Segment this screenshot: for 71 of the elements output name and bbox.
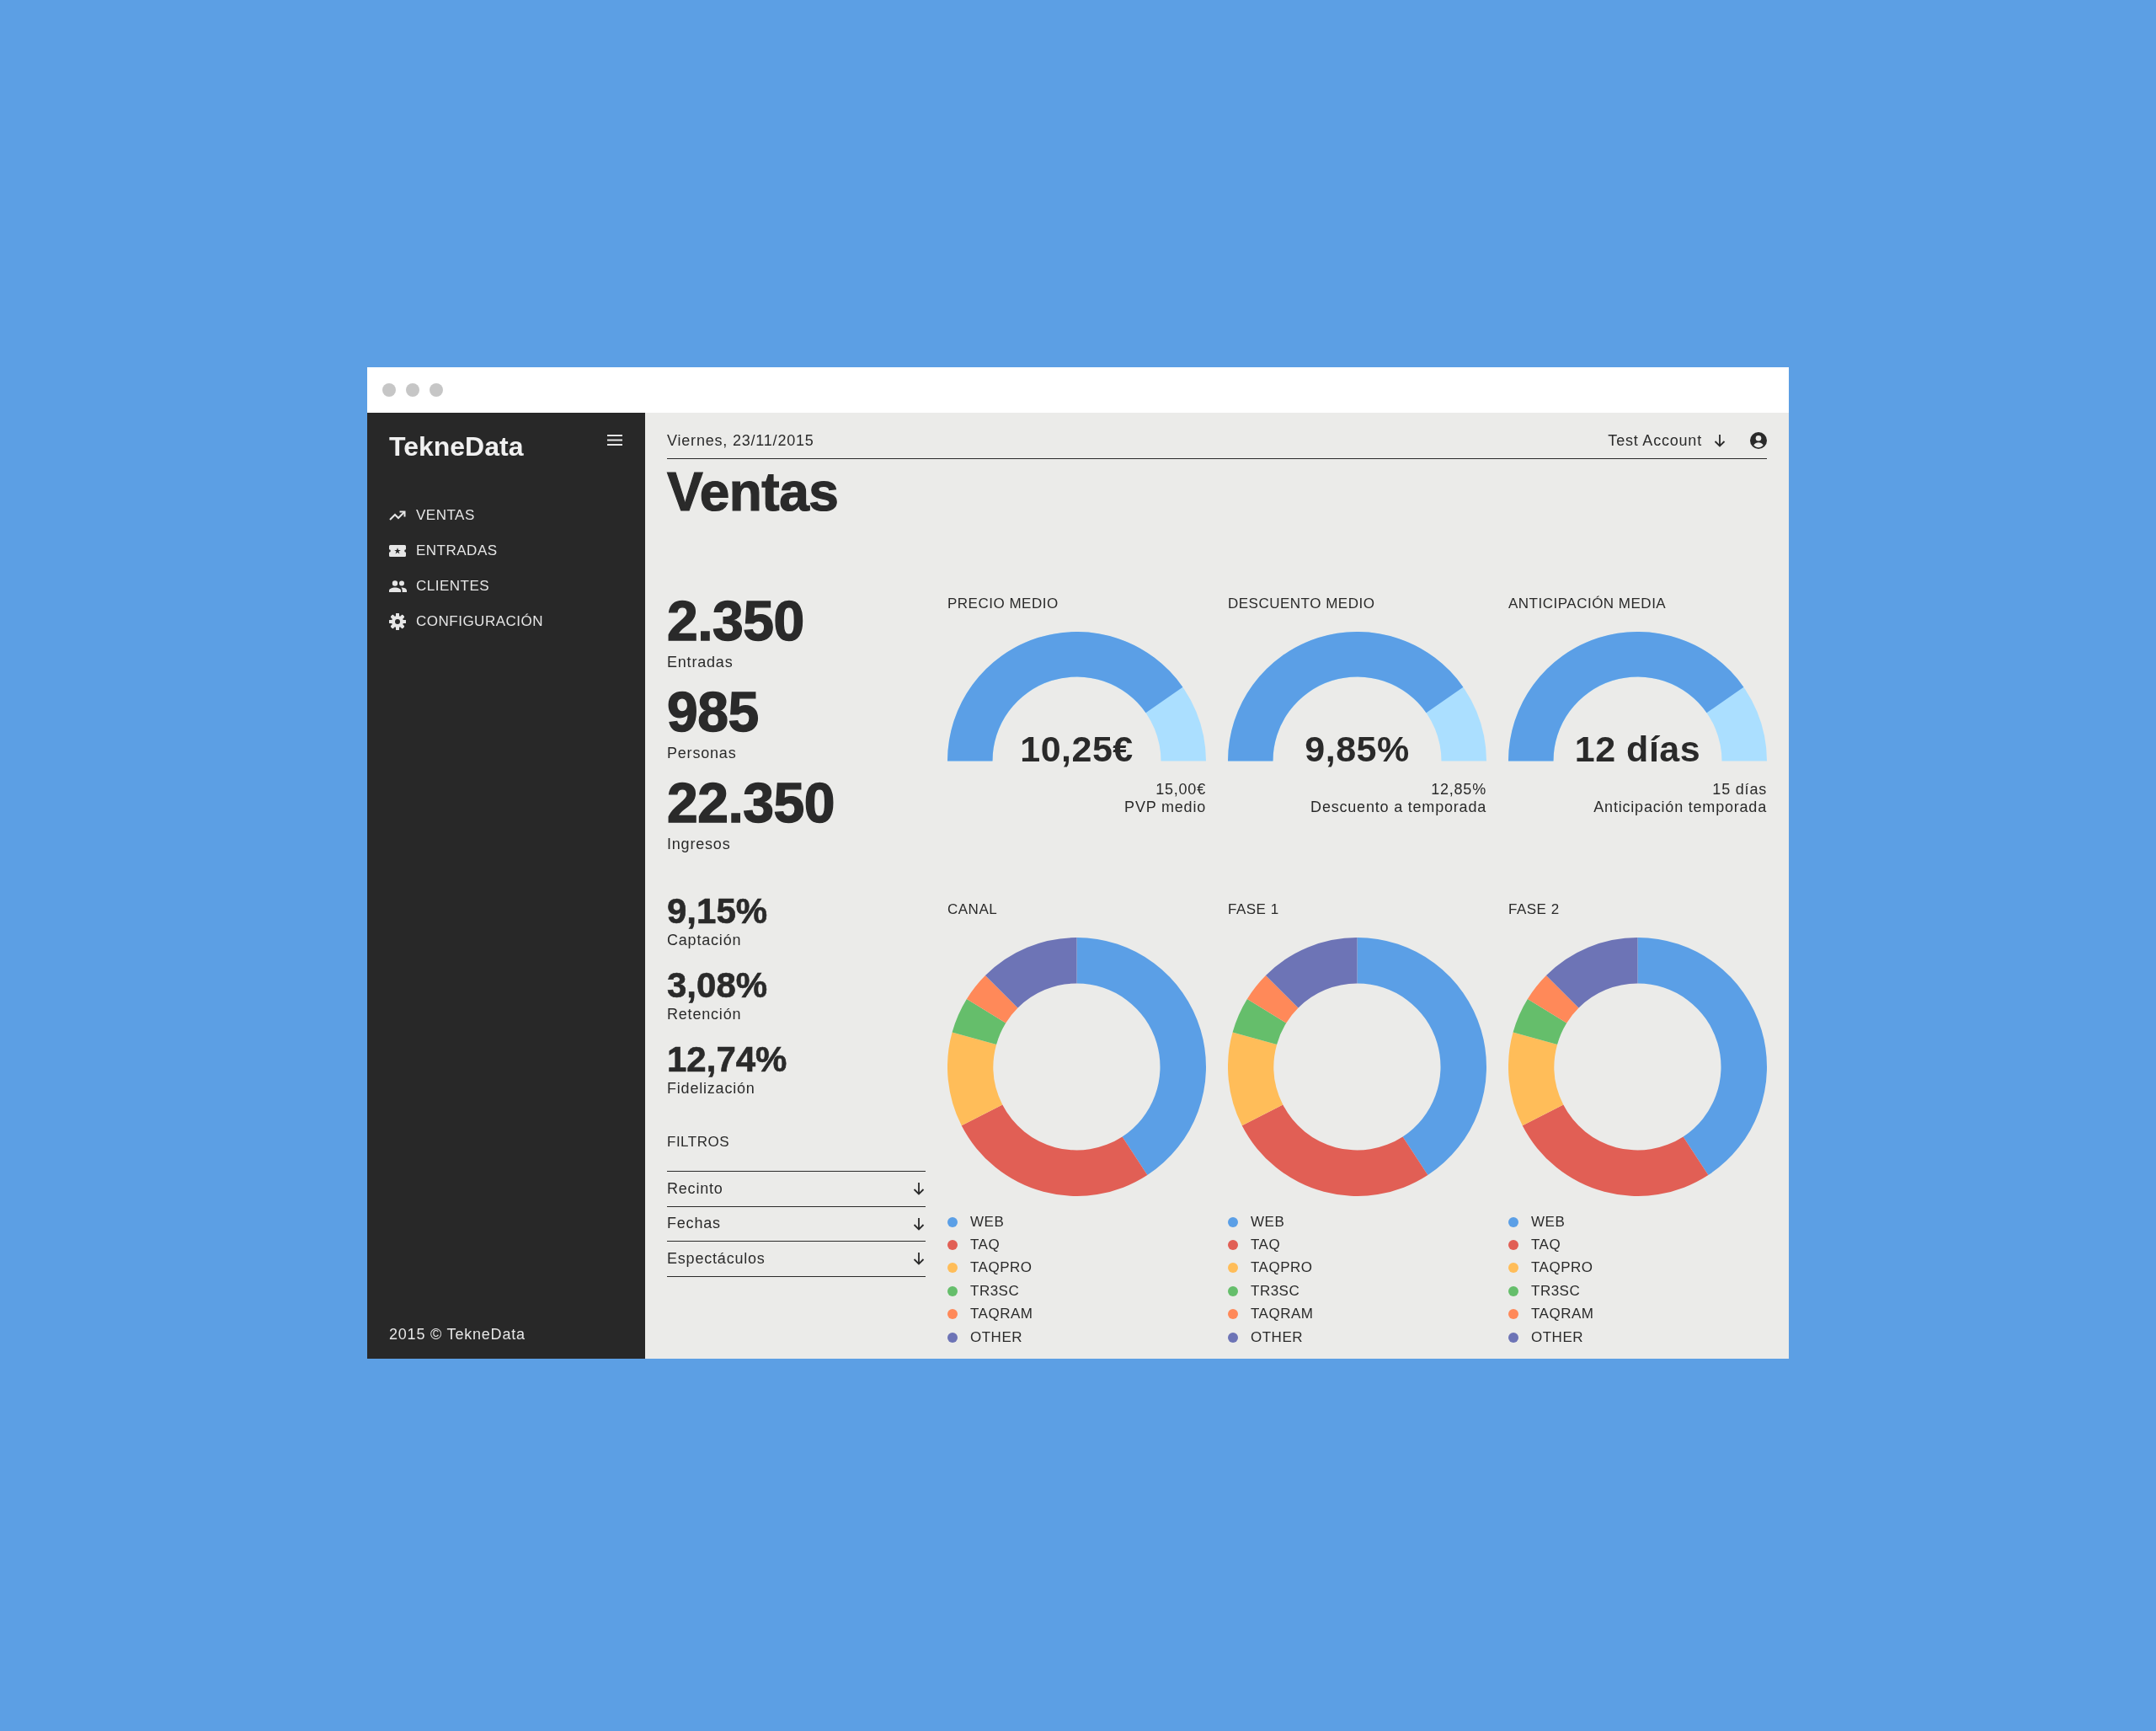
date-label: Viernes, 23/11/2015	[667, 431, 814, 451]
legend-label: OTHER	[1531, 1328, 1583, 1347]
copyright-text: 2015 © TekneData	[389, 1325, 526, 1344]
stat-label: Entradas	[667, 653, 734, 671]
rate-value: 9,15%	[667, 892, 768, 931]
rate-value: 3,08%	[667, 966, 768, 1005]
rate-value: 12,74%	[667, 1040, 787, 1079]
legend-label: WEB	[1531, 1212, 1566, 1231]
arrow-down-icon	[913, 1252, 925, 1266]
nav-item[interactable]: CLIENTES	[389, 576, 490, 596]
gear-icon	[389, 613, 406, 630]
page-title: Ventas	[667, 465, 839, 519]
window-control-icon[interactable]	[430, 383, 443, 397]
gauge-reference: 15,00€	[1155, 781, 1206, 799]
gauge-reference: 15 días	[1712, 781, 1767, 799]
gauge-value: 12 días	[1574, 730, 1701, 767]
legend-label: TR3SC	[1531, 1281, 1581, 1301]
rate-label: Fidelización	[667, 1079, 755, 1098]
legend-label: TAQ	[970, 1236, 1001, 1255]
nav-item[interactable]: VENTAS	[389, 505, 475, 526]
user-circle-icon[interactable]	[1750, 432, 1767, 449]
rate-label: Captación	[667, 931, 742, 949]
legend-label: TAQRAM	[1531, 1305, 1594, 1324]
gauge-title: PRECIO MEDIO	[947, 595, 1059, 613]
legend-label: TR3SC	[1251, 1281, 1300, 1301]
window-control-icon[interactable]	[382, 383, 396, 397]
legend-label: WEB	[970, 1212, 1005, 1231]
arrow-down-icon	[913, 1182, 925, 1196]
legend-label: TAQ	[1251, 1236, 1281, 1255]
gauge-value: 9,85%	[1305, 730, 1410, 767]
stat-value: 22.350	[667, 775, 835, 831]
arrow-down-icon	[1714, 434, 1726, 447]
filter-dropdown[interactable]: Fechas	[667, 1206, 926, 1242]
app-logo: TekneData	[389, 430, 524, 463]
stat-label: Personas	[667, 744, 737, 762]
stat-value: 2.350	[667, 593, 804, 649]
chart-title: CANAL	[947, 900, 998, 919]
people-icon	[389, 580, 407, 592]
gauge-caption: PVP medio	[1124, 799, 1206, 816]
legend-label: TAQ	[1531, 1236, 1561, 1255]
legend-label: TAQPRO	[1251, 1258, 1313, 1278]
arrow-down-icon	[913, 1216, 925, 1231]
gauge-title: ANTICIPACIÓN MEDIA	[1508, 595, 1667, 613]
rate-label: Retención	[667, 1005, 742, 1023]
menu-icon[interactable]	[607, 435, 622, 446]
filter-dropdown[interactable]: Recinto	[667, 1172, 926, 1207]
gauge-caption: Descuento a temporada	[1310, 799, 1486, 816]
nav-item[interactable]: CONFIGURACIÓN	[389, 612, 543, 632]
legend-label: TAQRAM	[970, 1305, 1033, 1324]
stat-value: 985	[667, 684, 759, 740]
nav-item[interactable]: ENTRADAS	[389, 541, 498, 561]
chart-title: FASE 2	[1508, 900, 1560, 919]
window-control-icon[interactable]	[406, 383, 419, 397]
gauge-reference: 12,85%	[1431, 781, 1486, 799]
legend-label: OTHER	[1251, 1328, 1303, 1347]
trend-up-icon	[389, 510, 406, 521]
gauge-caption: Anticipación temporada	[1593, 799, 1767, 816]
gauge-title: DESCUENTO MEDIO	[1228, 595, 1375, 613]
legend-label: TR3SC	[970, 1281, 1020, 1301]
stat-label: Ingresos	[667, 835, 731, 853]
filters-heading: FILTROS	[667, 1133, 730, 1151]
legend-label: TAQRAM	[1251, 1305, 1314, 1324]
legend-label: TAQPRO	[1531, 1258, 1593, 1278]
legend-label: OTHER	[970, 1328, 1022, 1347]
legend-label: WEB	[1251, 1212, 1285, 1231]
legend-label: TAQPRO	[970, 1258, 1033, 1278]
account-menu-button[interactable]: Test Account	[1608, 430, 1726, 451]
ticket-icon	[389, 545, 406, 557]
filter-dropdown[interactable]: Espectáculos	[667, 1242, 926, 1277]
chart-title: FASE 1	[1228, 900, 1279, 919]
gauge-value: 10,25€	[1020, 730, 1134, 767]
